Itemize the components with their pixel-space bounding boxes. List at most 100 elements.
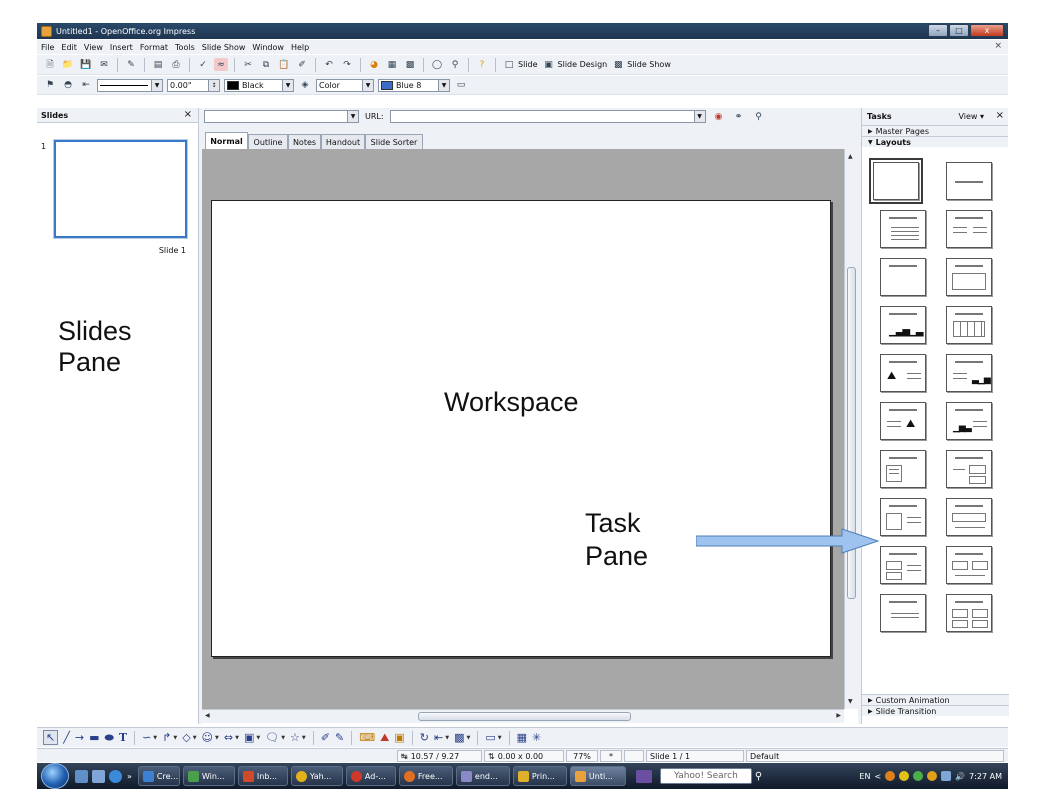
text-tool-icon[interactable]: T bbox=[119, 731, 127, 744]
hyperlink-icon[interactable]: ⚭ bbox=[732, 110, 746, 123]
open-folder-icon[interactable]: 📁 bbox=[61, 58, 75, 71]
slides-pane-close-icon[interactable]: × bbox=[184, 109, 192, 120]
layout-title-chart-text[interactable]: ▁▅▃ bbox=[946, 402, 992, 440]
menu-slide-show[interactable]: Slide Show bbox=[202, 43, 246, 52]
tray-expand-icon[interactable]: < bbox=[874, 772, 881, 781]
maximize-button[interactable]: □ bbox=[949, 24, 969, 37]
scroll-up-icon[interactable]: ▲ bbox=[848, 153, 853, 160]
horizontal-scroll-thumb[interactable] bbox=[418, 712, 631, 721]
menu-help[interactable]: Help bbox=[291, 43, 309, 52]
url-text-combo[interactable]: ▼ bbox=[204, 110, 359, 123]
paste-icon[interactable]: 📋 bbox=[277, 58, 291, 71]
tray-messenger-icon[interactable] bbox=[899, 771, 910, 781]
fontwork-icon[interactable]: ⌨ bbox=[359, 731, 375, 744]
flowcharts-icon[interactable]: ▣ bbox=[244, 731, 254, 744]
undo-icon[interactable]: ↶ bbox=[322, 58, 336, 71]
show-desktop-icon[interactable] bbox=[75, 769, 88, 783]
menu-view[interactable]: View bbox=[84, 43, 103, 52]
menu-format[interactable]: Format bbox=[140, 43, 168, 52]
task-pane-close-icon[interactable]: × bbox=[996, 110, 1004, 121]
rotate-icon[interactable]: ↻ bbox=[420, 731, 429, 744]
find-icon[interactable]: ⚲ bbox=[752, 110, 766, 123]
quicklaunch-chevron-icon[interactable]: » bbox=[127, 772, 132, 781]
line-color-select[interactable]: Black ▼ bbox=[224, 78, 294, 92]
switch-windows-icon[interactable] bbox=[92, 769, 105, 783]
layout-title-two-columns[interactable] bbox=[946, 210, 992, 248]
taskbar-button[interactable]: Prin... bbox=[512, 766, 567, 786]
close-button[interactable]: x bbox=[970, 24, 1004, 37]
arrow-tool-icon[interactable]: → bbox=[75, 731, 84, 744]
layout-title-only-centered[interactable] bbox=[946, 162, 992, 200]
email-icon[interactable]: ✉ bbox=[97, 58, 111, 71]
toggle-extrusion-icon[interactable]: ▦ bbox=[517, 731, 527, 744]
taskbar-button[interactable]: Free... bbox=[398, 766, 453, 786]
tab-normal[interactable]: Normal bbox=[205, 132, 248, 149]
shadow-tool-icon[interactable]: ▭ bbox=[485, 731, 495, 744]
area-style-select[interactable]: Color ▼ bbox=[316, 78, 374, 92]
task-pane-view-menu[interactable]: View ▾ bbox=[958, 112, 984, 121]
format-paintbrush-icon[interactable]: ✐ bbox=[295, 58, 309, 71]
layout-title-table[interactable] bbox=[946, 306, 992, 344]
save-icon[interactable]: 💾 bbox=[79, 58, 93, 71]
area-icon[interactable]: ◈ bbox=[298, 79, 312, 92]
layout-title-text-chart[interactable]: ▃▁▅ bbox=[946, 354, 992, 392]
autospellcheck-icon[interactable]: ≈ bbox=[214, 58, 228, 71]
taskbar-button[interactable]: Win... bbox=[182, 766, 235, 786]
glue-points-icon[interactable]: ✎ bbox=[335, 731, 344, 744]
layout-title-two-objects-over-text[interactable] bbox=[946, 546, 992, 584]
slide-show-button[interactable]: ▩ Slide Show bbox=[611, 58, 671, 71]
taskbar-button[interactable]: Inb... bbox=[237, 766, 288, 786]
layout-title-box[interactable] bbox=[880, 258, 926, 296]
minimize-button[interactable]: – bbox=[928, 24, 948, 37]
section-slide-transition[interactable]: ▶ Slide Transition bbox=[862, 705, 1009, 716]
scroll-right-icon[interactable]: ▶ bbox=[836, 712, 841, 719]
scroll-left-icon[interactable]: ◀ bbox=[205, 712, 210, 719]
rectangle-tool-icon[interactable]: ▬ bbox=[89, 731, 99, 744]
help-icon[interactable]: ? bbox=[475, 58, 489, 71]
new-slide-button[interactable]: □ Slide bbox=[502, 58, 538, 71]
tray-app-icon[interactable] bbox=[885, 771, 896, 781]
layout-title-text-clipart[interactable]: ⛰ bbox=[880, 402, 926, 440]
menu-insert[interactable]: Insert bbox=[110, 43, 133, 52]
effects-icon[interactable]: ✳ bbox=[532, 731, 541, 744]
layout-title-chart[interactable]: ▁▃▅▁▃ bbox=[880, 306, 926, 344]
layout-blank[interactable] bbox=[869, 158, 923, 204]
basic-shapes-icon[interactable]: ◇ bbox=[182, 731, 190, 744]
horizontal-scrollbar[interactable]: ◀ ▶ bbox=[202, 709, 844, 723]
ellipse-tool-icon[interactable]: ⬬ bbox=[104, 731, 113, 745]
copy-icon[interactable]: ⧉ bbox=[259, 58, 273, 71]
taskbar-button-active[interactable]: Unti... bbox=[569, 766, 626, 786]
tray-status-icon[interactable] bbox=[913, 771, 924, 781]
yahoo-toolbar-icon[interactable] bbox=[635, 769, 652, 783]
layout-title-object[interactable] bbox=[946, 258, 992, 296]
gallery-icon[interactable]: ▣ bbox=[394, 731, 404, 744]
internet-explorer-icon[interactable] bbox=[109, 769, 122, 783]
start-button[interactable] bbox=[41, 763, 69, 789]
taskbar-button[interactable]: Ad-... bbox=[345, 766, 396, 786]
taskbar-button[interactable]: end... bbox=[455, 766, 510, 786]
table-icon[interactable]: ▦ bbox=[385, 58, 399, 71]
close-document-button[interactable]: × bbox=[994, 41, 1002, 51]
network-icon[interactable] bbox=[941, 771, 952, 781]
connector-tool-icon[interactable]: ↱ bbox=[162, 731, 171, 744]
layout-title-clipart-text[interactable]: ⛰ bbox=[880, 354, 926, 392]
taskbar-button[interactable]: Cre... bbox=[137, 766, 180, 786]
scroll-down-icon[interactable]: ▼ bbox=[848, 698, 853, 705]
chart-icon[interactable]: ◕ bbox=[367, 58, 381, 71]
layout-title-object-over-text[interactable] bbox=[946, 498, 992, 536]
slide-design-button[interactable]: ▣ Slide Design bbox=[542, 58, 607, 71]
insert-image-icon[interactable]: ⛰ bbox=[380, 731, 389, 745]
yahoo-search-box[interactable]: Yahoo! Search bbox=[659, 768, 752, 784]
select-pointer-icon[interactable]: ↖ bbox=[43, 730, 59, 745]
layout-title-content[interactable] bbox=[880, 210, 926, 248]
shadow-icon[interactable]: ▭ bbox=[454, 79, 468, 92]
zoom-icon[interactable]: ⚲ bbox=[448, 58, 462, 71]
layout-title-text-two-objects[interactable] bbox=[946, 450, 992, 488]
line-style-select[interactable]: ▼ bbox=[97, 78, 163, 92]
alignment-icon[interactable]: ⇤ bbox=[434, 731, 443, 744]
search-icon[interactable]: ⚲ bbox=[755, 771, 762, 782]
layout-title-vertical-text[interactable] bbox=[880, 594, 926, 632]
cut-icon[interactable]: ✂ bbox=[241, 58, 255, 71]
tab-notes[interactable]: Notes bbox=[288, 134, 321, 149]
symbol-shapes-icon[interactable]: ☺ bbox=[202, 731, 213, 744]
